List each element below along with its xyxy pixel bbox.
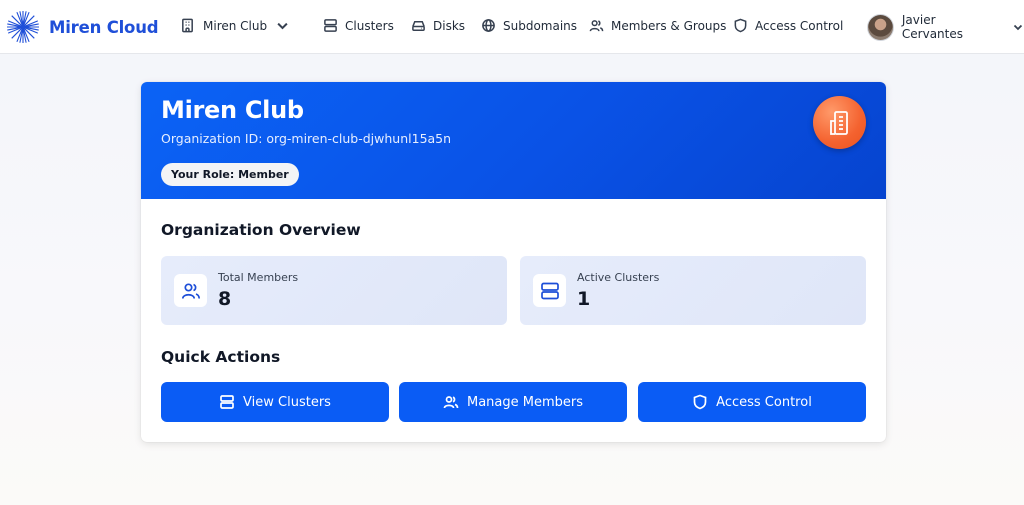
- stat-icon-box: [533, 274, 566, 307]
- view-clusters-label: View Clusters: [243, 394, 331, 410]
- nav-disks-label: Disks: [433, 18, 466, 33]
- server-icon: [220, 395, 234, 409]
- nav-access-control[interactable]: Access Control: [733, 18, 843, 33]
- chevron-down-icon: [277, 22, 288, 30]
- stat-value: 8: [218, 288, 232, 310]
- manage-members-label: Manage Members: [466, 394, 584, 410]
- organization-card: Miren Club Organization ID: org-miren-cl…: [141, 82, 886, 442]
- stat-active-clusters: Active Clusters 1: [520, 256, 866, 325]
- nav-subdomains-label: Subdomains: [503, 18, 578, 33]
- organization-avatar: [813, 96, 866, 149]
- users-icon: [443, 396, 459, 409]
- nav-clusters-label: Clusters: [345, 18, 394, 33]
- shield-icon: [734, 18, 747, 33]
- server-icon: [324, 19, 337, 32]
- globe-icon: [482, 19, 495, 32]
- access-control-button[interactable]: Access Control: [638, 382, 866, 422]
- org-switcher-label: Miren Club: [203, 18, 268, 33]
- top-navbar: Miren Cloud Miren Club Clusters Disks Su…: [0, 0, 1024, 54]
- avatar: [867, 13, 894, 41]
- stat-value: 1: [577, 288, 591, 310]
- chevron-down-icon: [1013, 24, 1023, 31]
- nav-disks[interactable]: Disks: [411, 18, 465, 33]
- nav-access-control-label: Access Control: [755, 18, 844, 33]
- stat-label: Total Members: [218, 271, 299, 284]
- role-badge: Your Role: Member: [161, 163, 299, 186]
- organization-id: Organization ID: org-miren-club-djwhunl1…: [161, 131, 452, 146]
- stat-icon-box: [174, 274, 207, 307]
- nav-subdomains[interactable]: Subdomains: [481, 18, 577, 33]
- brand-name: Miren Cloud: [49, 17, 159, 37]
- access-control-label: Access Control: [716, 394, 812, 410]
- nav-members-groups-label: Members & Groups: [611, 18, 727, 33]
- stat-total-members: Total Members 8: [161, 256, 507, 325]
- users-icon: [181, 282, 200, 299]
- view-clusters-button[interactable]: View Clusters: [161, 382, 389, 422]
- building-icon: [829, 110, 848, 135]
- shield-icon: [693, 394, 707, 410]
- manage-members-button[interactable]: Manage Members: [399, 382, 627, 422]
- org-switcher[interactable]: Miren Club: [180, 18, 290, 33]
- nav-members-groups[interactable]: Members & Groups: [589, 18, 726, 33]
- nav-clusters[interactable]: Clusters: [323, 18, 394, 33]
- brand[interactable]: Miren Cloud: [6, 10, 159, 44]
- stat-label: Active Clusters: [577, 271, 660, 284]
- disk-icon: [412, 21, 425, 31]
- user-name: Javier Cervantes: [901, 13, 963, 41]
- quick-actions-title: Quick Actions: [161, 348, 281, 366]
- user-menu[interactable]: Javier Cervantes: [867, 13, 1024, 41]
- starburst-logo-icon: [7, 11, 39, 43]
- organization-header: Miren Club Organization ID: org-miren-cl…: [141, 82, 886, 199]
- page-title: Miren Club: [161, 96, 304, 124]
- building-icon: [182, 18, 193, 33]
- overview-title: Organization Overview: [161, 221, 361, 239]
- users-icon: [589, 20, 604, 32]
- server-icon: [540, 282, 559, 299]
